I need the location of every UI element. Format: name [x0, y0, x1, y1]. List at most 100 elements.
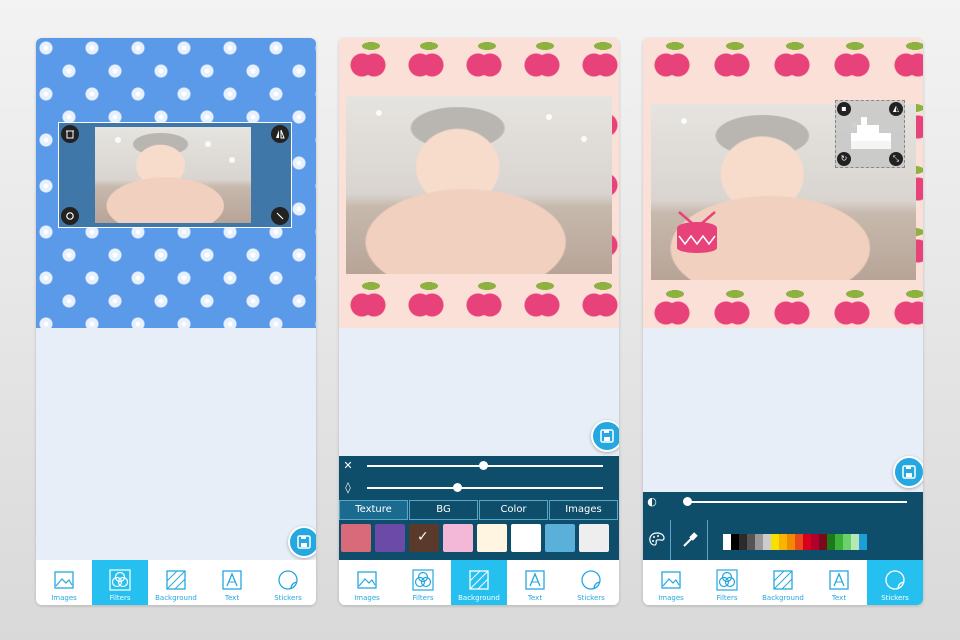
color-swatch[interactable]: [827, 534, 835, 550]
texture-thumbnails: ✓: [339, 524, 609, 552]
nav-background[interactable]: Background: [148, 560, 204, 605]
texture-thumb[interactable]: [375, 524, 405, 552]
nav-images[interactable]: Images: [36, 560, 92, 605]
color-swatch[interactable]: [771, 534, 779, 550]
slider-blur[interactable]: ✕: [339, 456, 619, 476]
nav-text[interactable]: Text: [507, 560, 563, 605]
texture-thumb-selected[interactable]: ✓: [409, 524, 439, 552]
bottom-nav: Images Filters Background Text Stickers: [643, 560, 923, 605]
bottom-nav: Images Filters Background Text Stickers: [36, 560, 316, 605]
background-icon: [166, 570, 186, 590]
nav-filters[interactable]: Filters: [92, 560, 148, 605]
drop-icon: ◊: [345, 481, 351, 494]
texture-thumb[interactable]: [443, 524, 473, 552]
resize-icon[interactable]: [271, 207, 289, 225]
save-icon: [600, 429, 614, 443]
palette-icon: [648, 532, 665, 546]
save-icon: [902, 465, 916, 479]
nav-stickers[interactable]: Stickers: [260, 560, 316, 605]
color-swatch[interactable]: [835, 534, 843, 550]
image-icon: [54, 571, 74, 589]
nav-label: Text: [224, 594, 240, 602]
slider-knob[interactable]: [479, 461, 488, 470]
drum-sticker[interactable]: [673, 210, 721, 258]
color-swatch[interactable]: [739, 534, 747, 550]
nav-label: Images: [354, 594, 380, 602]
baby-photo[interactable]: [346, 96, 612, 274]
flip-icon[interactable]: ◭: [889, 102, 903, 116]
flip-icon[interactable]: [271, 125, 289, 143]
eyedropper-icon: [682, 532, 698, 547]
bottom-nav: Images Filters Background Text Stickers: [339, 560, 619, 605]
color-swatch[interactable]: [843, 534, 851, 550]
nav-background[interactable]: Background: [755, 560, 811, 605]
texture-thumb[interactable]: [579, 524, 609, 552]
nav-label: Filters: [109, 594, 131, 602]
color-swatch[interactable]: [851, 534, 859, 550]
color-swatch[interactable]: [723, 534, 731, 550]
save-button[interactable]: [893, 456, 923, 488]
background-icon: [773, 570, 793, 590]
color-swatch[interactable]: [859, 534, 867, 550]
check-icon: ✓: [417, 529, 429, 545]
slider-knob[interactable]: [683, 497, 692, 506]
color-swatch[interactable]: [779, 534, 787, 550]
slider-opacity[interactable]: ◊: [339, 478, 619, 498]
slider-sticker-opacity[interactable]: ◐: [643, 492, 923, 512]
color-swatch[interactable]: [755, 534, 763, 550]
color-swatch[interactable]: [763, 534, 771, 550]
texture-thumb[interactable]: [511, 524, 541, 552]
ship-sticker-selection[interactable]: ▪ ◭ ↻ ⤡: [835, 100, 905, 168]
image-icon: [357, 571, 377, 589]
slider-track: [367, 487, 603, 489]
delete-icon[interactable]: [61, 125, 79, 143]
color-swatch[interactable]: [795, 534, 803, 550]
color-swatch[interactable]: [811, 534, 819, 550]
sticker-color-panel: ◐: [643, 492, 923, 560]
save-button[interactable]: [288, 526, 316, 558]
filters-icon: [109, 569, 131, 591]
background-icon: [469, 570, 489, 590]
tab-color[interactable]: Color: [479, 500, 548, 520]
eyedropper-button[interactable]: [672, 520, 708, 560]
color-swatch[interactable]: [731, 534, 739, 550]
texture-thumb[interactable]: [341, 524, 371, 552]
drum-icon: [677, 211, 717, 253]
color-swatch[interactable]: [747, 534, 755, 550]
nav-text[interactable]: Text: [204, 560, 260, 605]
tab-images[interactable]: Images: [549, 500, 618, 520]
nav-filters[interactable]: Filters: [395, 560, 451, 605]
ship-icon: [851, 117, 891, 149]
stickers-icon: [278, 570, 298, 590]
color-swatch[interactable]: [787, 534, 795, 550]
slider-knob[interactable]: [453, 483, 462, 492]
nav-stickers[interactable]: Stickers: [563, 560, 619, 605]
close-icon: ✕: [343, 459, 353, 472]
nav-stickers[interactable]: Stickers: [867, 560, 923, 605]
screen-filters: Images Filters Background Text Stickers: [36, 38, 316, 605]
palette-button[interactable]: [643, 520, 671, 560]
nav-images[interactable]: Images: [339, 560, 395, 605]
nav-label: Background: [155, 594, 197, 602]
nav-images[interactable]: Images: [643, 560, 699, 605]
tab-bg[interactable]: BG: [409, 500, 478, 520]
filters-icon: [412, 569, 434, 591]
photo-selection-frame[interactable]: [58, 122, 292, 228]
stickers-icon: [885, 570, 905, 590]
save-icon: [297, 535, 311, 549]
delete-icon[interactable]: ▪: [837, 102, 851, 116]
color-swatch[interactable]: [819, 534, 827, 550]
nav-label: Text: [831, 594, 847, 602]
save-button[interactable]: [591, 420, 619, 452]
nav-text[interactable]: Text: [811, 560, 867, 605]
nav-label: Background: [762, 594, 804, 602]
color-swatch[interactable]: [803, 534, 811, 550]
rotate-icon[interactable]: [61, 207, 79, 225]
texture-thumb[interactable]: [545, 524, 575, 552]
texture-thumb[interactable]: [477, 524, 507, 552]
opacity-icon: ◐: [647, 495, 657, 508]
tab-texture[interactable]: Texture: [339, 500, 408, 520]
baby-photo: [95, 127, 251, 223]
nav-filters[interactable]: Filters: [699, 560, 755, 605]
nav-background[interactable]: Background: [451, 560, 507, 605]
